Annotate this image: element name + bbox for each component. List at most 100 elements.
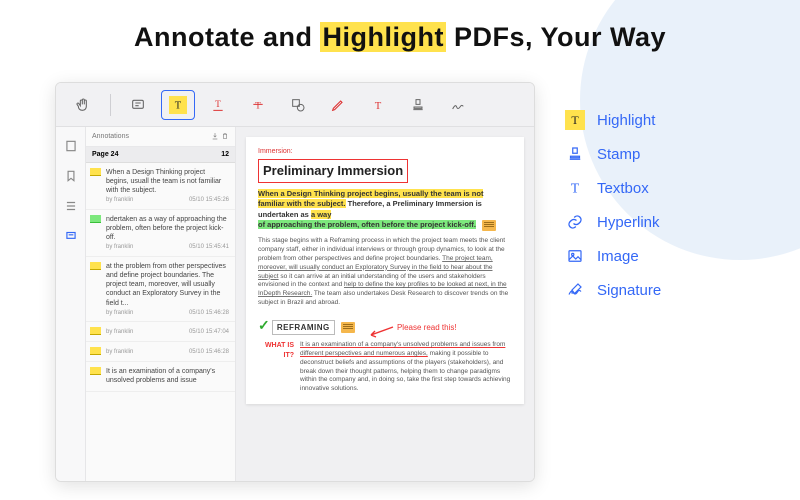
svg-text:T: T (375, 101, 382, 112)
outline-tab-icon[interactable] (62, 197, 80, 215)
headline-post: PDFs, Your Way (446, 22, 666, 52)
sidebar-page-row[interactable]: Page 24 12 (86, 147, 235, 163)
highlight-t-icon: T (169, 96, 187, 114)
what-text: It is an examination of a company's unso… (300, 341, 512, 394)
document-page: Immersion: Preliminary Immersion When a … (246, 137, 524, 404)
body-paragraph: This stage begins with a Reframing proce… (258, 237, 512, 307)
highlight-tool[interactable]: T (161, 90, 195, 120)
sticky-note-icon-2[interactable] (341, 322, 355, 333)
sidebar-header: Annotations (86, 127, 235, 147)
annotation-item[interactable]: ndertaken as a way of approaching the pr… (86, 210, 235, 257)
sidebar-actions[interactable] (211, 132, 229, 142)
shape-icon (289, 96, 307, 114)
feature-label: Stamp (597, 146, 640, 163)
annotations-sidebar: Annotations Page 24 12 When a Design Thi… (86, 127, 236, 481)
text-tool[interactable]: T (361, 90, 395, 120)
annotation-item[interactable]: by franklin05/10 15:46:28 (86, 342, 235, 362)
page-count-badge: 12 (221, 151, 229, 158)
annotation-marker-icon (90, 168, 101, 176)
arrow-icon (367, 325, 395, 339)
read-this-callout: Please read this! (397, 323, 457, 332)
lead-paragraph: When a Design Thinking project begins, u… (258, 189, 512, 232)
annotation-marker-icon (90, 215, 101, 223)
page-title: Preliminary Immersion (258, 159, 408, 183)
pencil-tool[interactable] (321, 90, 355, 120)
annotation-text: It is an examination of a company's unso… (106, 367, 229, 385)
annotation-item[interactable]: It is an examination of a company's unso… (86, 362, 235, 392)
bookmarks-tab-icon[interactable] (62, 167, 80, 185)
annotation-item[interactable]: When a Design Thinking project begins, u… (86, 163, 235, 210)
signature-icon (449, 96, 467, 114)
highlight-icon: T (565, 110, 585, 130)
sidebar-title: Annotations (92, 133, 129, 140)
document-viewport[interactable]: Immersion: Preliminary Immersion When a … (236, 127, 534, 481)
checkmark-icon: ✓ (258, 317, 270, 333)
feature-signature: Signature (565, 280, 661, 300)
annotation-item[interactable]: at the problem from other perspectives a… (86, 257, 235, 322)
thumbnails-tab-icon[interactable] (62, 137, 80, 155)
annotation-meta: by franklin05/10 15:46:28 (106, 349, 229, 357)
hand-icon (74, 96, 92, 114)
page-headline: Annotate and Highlight PDFs, Your Way (0, 0, 800, 53)
note-tool[interactable] (121, 90, 155, 120)
annotation-text: When a Design Thinking project begins, u… (106, 168, 229, 195)
annotation-meta: by franklin05/10 15:45:41 (106, 244, 229, 252)
underline-icon: T (209, 96, 227, 114)
stamp-tool[interactable] (401, 90, 435, 120)
annotation-meta: by franklin05/10 15:46:28 (106, 310, 229, 318)
highlight-green: of approaching the problem, often before… (258, 220, 476, 229)
feature-label: Image (597, 248, 639, 265)
feature-textbox: T Textbox (565, 178, 661, 198)
feature-label: Signature (597, 282, 661, 299)
svg-text:T: T (255, 101, 261, 111)
feature-label: Highlight (597, 112, 655, 129)
textbox-icon: T (565, 178, 585, 198)
feature-stamp: Stamp (565, 144, 661, 164)
signature-icon (565, 280, 585, 300)
hand-tool[interactable] (66, 90, 100, 120)
pencil-icon (329, 96, 347, 114)
feature-label: Textbox (597, 180, 649, 197)
annotation-marker-icon (90, 347, 101, 355)
strike-tool[interactable]: T (241, 90, 275, 120)
sticky-note-icon[interactable] (482, 220, 496, 231)
annotation-text: ndertaken as a way of approaching the pr… (106, 215, 229, 242)
svg-text:T: T (571, 181, 580, 196)
left-rail (56, 127, 86, 481)
reframing-row: ✓ REFRAMING Please read this! (258, 316, 512, 336)
toolbar-separator (110, 94, 111, 116)
stamp-icon (409, 96, 427, 114)
stamp-icon (565, 144, 585, 164)
annotation-meta: by franklin05/10 15:47:04 (106, 329, 229, 337)
annotation-marker-icon (90, 262, 101, 270)
underline-tool[interactable]: T (201, 90, 235, 120)
annotation-meta: by franklin05/10 15:45:26 (106, 197, 229, 205)
note-icon (129, 96, 147, 114)
svg-text:T: T (175, 100, 182, 111)
page-label: Page 24 (92, 151, 118, 158)
reframing-box: REFRAMING (272, 320, 335, 335)
pdf-app-window: T T T T Annotations (55, 82, 535, 482)
annotations-tab-icon[interactable] (62, 227, 80, 245)
svg-text:T: T (215, 100, 221, 110)
annotation-marker-icon (90, 327, 101, 335)
shape-tool[interactable] (281, 90, 315, 120)
annotation-marker-icon (90, 367, 101, 375)
feature-label: Hyperlink (597, 214, 660, 231)
svg-text:T: T (571, 113, 579, 127)
what-label: WHAT IS IT? (258, 341, 294, 394)
annotation-toolbar: T T T T (56, 83, 534, 127)
text-t-icon: T (369, 96, 387, 114)
annotation-text: at the problem from other perspectives a… (106, 262, 229, 307)
headline-pre: Annotate and (134, 22, 321, 52)
strike-icon: T (249, 96, 267, 114)
feature-highlight: T Highlight (565, 110, 661, 130)
section-label: Immersion: (258, 147, 512, 157)
what-is-it-row: WHAT IS IT? It is an examination of a co… (258, 341, 512, 394)
signature-tool[interactable] (441, 90, 475, 120)
annotation-item[interactable]: by franklin05/10 15:47:04 (86, 322, 235, 342)
feature-hyperlink: Hyperlink (565, 212, 661, 232)
headline-highlight: Highlight (320, 22, 445, 52)
image-icon (565, 246, 585, 266)
feature-image: Image (565, 246, 661, 266)
